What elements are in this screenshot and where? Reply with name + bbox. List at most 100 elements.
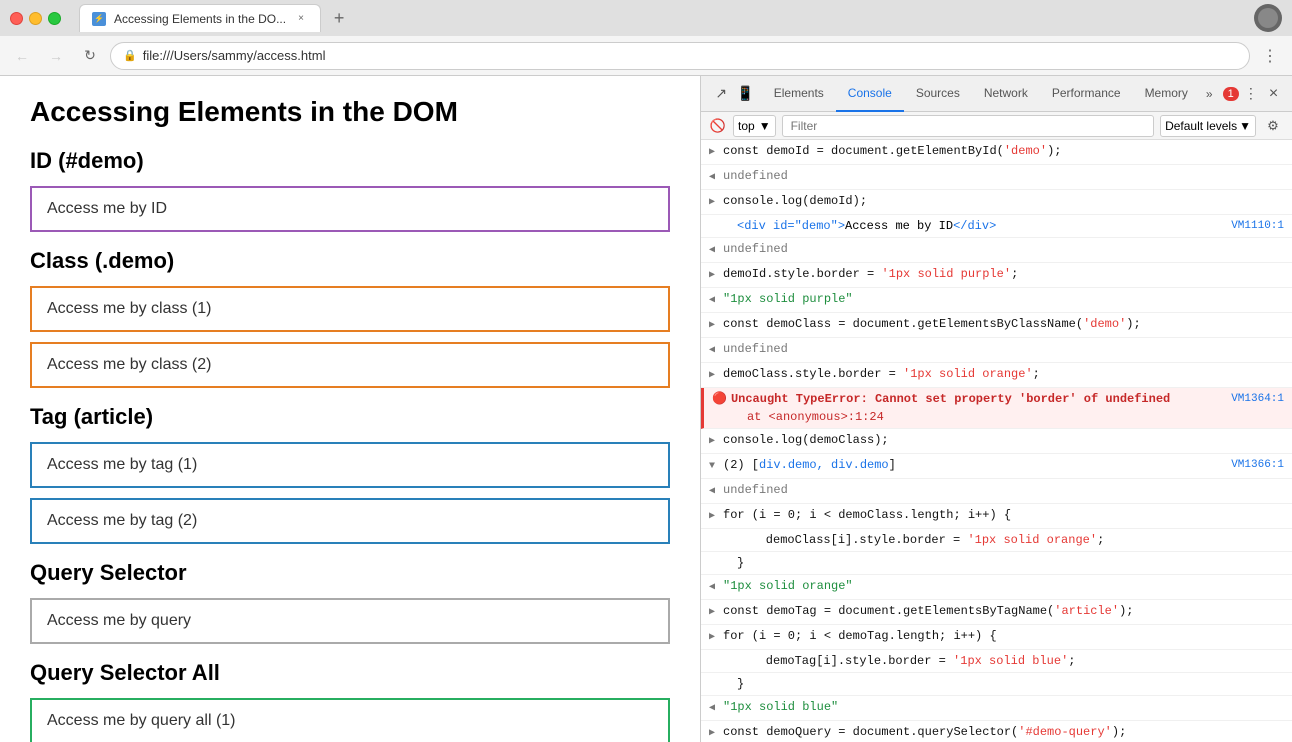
- context-selector[interactable]: top ▼: [733, 115, 776, 137]
- context-chevron-icon: ▼: [759, 119, 771, 133]
- expand-arrow-icon[interactable]: [709, 217, 737, 219]
- console-line-text: demoTag[i].style.border = '1px solid blu…: [737, 652, 1284, 670]
- browser-window: ⚡ Accessing Elements in the DO... × + ← …: [0, 0, 1292, 742]
- browser-menu-button[interactable]: ⋮: [1256, 42, 1284, 70]
- console-line-text: "1px solid orange": [723, 577, 1284, 595]
- device-toolbar-button[interactable]: 📱: [733, 80, 757, 108]
- expand-arrow-icon[interactable]: [709, 192, 723, 212]
- console-source-link[interactable]: VM1366:1: [1215, 456, 1284, 474]
- maximize-window-button[interactable]: [48, 12, 61, 25]
- expand-arrow-icon[interactable]: [709, 456, 723, 476]
- inspect-element-button[interactable]: ↗: [709, 80, 733, 108]
- console-line-text: const demoClass = document.getElementsBy…: [723, 315, 1284, 333]
- console-line-text: undefined: [723, 340, 1284, 358]
- console-line: const demoId = document.getElementById('…: [701, 140, 1292, 165]
- console-line-text: const demoTag = document.getElementsByTa…: [723, 602, 1284, 620]
- expand-arrow-icon[interactable]: [709, 290, 723, 310]
- console-line-text: for (i = 0; i < demoTag.length; i++) {: [723, 627, 1284, 645]
- expand-arrow-icon[interactable]: [709, 723, 723, 742]
- tab-performance[interactable]: Performance: [1040, 76, 1133, 112]
- console-line-text: const demoQuery = document.querySelector…: [723, 723, 1284, 741]
- browser-tab[interactable]: ⚡ Accessing Elements in the DO... ×: [79, 4, 321, 32]
- console-output: const demoId = document.getElementById('…: [701, 140, 1292, 742]
- expand-arrow-icon[interactable]: [709, 627, 723, 647]
- console-line-text: const demoId = document.getElementById('…: [723, 142, 1284, 160]
- expand-arrow-icon[interactable]: [709, 602, 723, 622]
- expand-arrow-icon[interactable]: [709, 577, 723, 597]
- console-settings-button[interactable]: ⚙: [1262, 115, 1284, 137]
- expand-arrow-icon[interactable]: [709, 365, 723, 385]
- expand-arrow-icon: [709, 652, 737, 654]
- new-tab-button[interactable]: +: [325, 4, 353, 32]
- demo-box-id: Access me by ID: [30, 186, 670, 232]
- devtools-tabs: Elements Console Sources Network Perform…: [762, 76, 1219, 112]
- expand-arrow-icon[interactable]: [709, 265, 723, 285]
- clear-console-button[interactable]: 🚫: [709, 117, 727, 135]
- console-error-line: 🔴 Uncaught TypeError: Cannot set propert…: [701, 388, 1292, 429]
- expand-arrow-icon[interactable]: [709, 481, 723, 501]
- level-label: Default levels: [1165, 119, 1237, 133]
- console-bar: 🚫 top ▼ Default levels ▼ ⚙: [701, 112, 1292, 140]
- console-line-text: }: [737, 554, 1284, 572]
- section-heading-class: Class (.demo): [30, 248, 670, 274]
- console-line: demoId.style.border = '1px solid purple'…: [701, 263, 1292, 288]
- expand-arrow-icon[interactable]: [709, 506, 723, 526]
- demo-box-class-2: Access me by class (2): [30, 342, 670, 388]
- console-line: "1px solid blue": [701, 696, 1292, 721]
- user-avatar[interactable]: [1254, 4, 1282, 32]
- address-bar[interactable]: 🔒 file:///Users/sammy/access.html: [110, 42, 1250, 70]
- devtools-options-button[interactable]: ⋮: [1239, 80, 1263, 108]
- console-line: undefined: [701, 479, 1292, 504]
- console-filter-input[interactable]: [782, 115, 1154, 137]
- console-line: console.log(demoClass);: [701, 429, 1292, 454]
- tab-close-button[interactable]: ×: [294, 12, 308, 26]
- log-level-selector[interactable]: Default levels ▼: [1160, 115, 1256, 137]
- minimize-window-button[interactable]: [29, 12, 42, 25]
- console-line: for (i = 0; i < demoClass.length; i++) {: [701, 504, 1292, 529]
- console-line-text: demoId.style.border = '1px solid purple'…: [723, 265, 1284, 283]
- forward-button[interactable]: →: [42, 42, 70, 70]
- demo-box-query-all-1: Access me by query all (1): [30, 698, 670, 742]
- expand-arrow-icon[interactable]: [709, 167, 723, 187]
- reload-button[interactable]: ↻: [76, 42, 104, 70]
- nav-bar: ← → ↻ 🔒 file:///Users/sammy/access.html …: [0, 36, 1292, 76]
- expand-arrow-icon[interactable]: [709, 142, 723, 162]
- expand-arrow-icon: [709, 554, 737, 556]
- section-heading-query-all: Query Selector All: [30, 660, 670, 686]
- title-bar: ⚡ Accessing Elements in the DO... × +: [0, 0, 1292, 36]
- console-line: (2) [div.demo, div.demo] VM1366:1: [701, 454, 1292, 479]
- console-line-text: demoClass[i].style.border = '1px solid o…: [737, 531, 1284, 549]
- context-label: top: [738, 119, 755, 133]
- more-tabs-button[interactable]: »: [1200, 87, 1219, 101]
- demo-box-tag-2: Access me by tag (2): [30, 498, 670, 544]
- console-source-link[interactable]: VM1110:1: [1215, 217, 1284, 235]
- console-line: const demoClass = document.getElementsBy…: [701, 313, 1292, 338]
- console-line-text: demoClass.style.border = '1px solid oran…: [723, 365, 1284, 383]
- expand-arrow-icon[interactable]: [709, 315, 723, 335]
- devtools-panel: ↗ 📱 Elements Console Sources Network Per…: [700, 76, 1292, 742]
- expand-arrow-icon[interactable]: [709, 240, 723, 260]
- tab-elements[interactable]: Elements: [762, 76, 836, 112]
- error-icon: 🔴: [712, 390, 727, 408]
- devtools-close-button[interactable]: ×: [1263, 82, 1284, 106]
- console-line: "1px solid purple": [701, 288, 1292, 313]
- expand-arrow-icon[interactable]: [709, 698, 723, 718]
- tab-console[interactable]: Console: [836, 76, 904, 112]
- expand-arrow-icon[interactable]: [709, 431, 723, 451]
- traffic-lights: [10, 12, 61, 25]
- expand-arrow-icon[interactable]: [709, 340, 723, 360]
- console-line-text: (2) [div.demo, div.demo]: [723, 456, 1215, 474]
- console-error-text: Uncaught TypeError: Cannot set property …: [731, 390, 1215, 426]
- console-line: demoClass.style.border = '1px solid oran…: [701, 363, 1292, 388]
- lock-icon: 🔒: [123, 49, 137, 62]
- close-window-button[interactable]: [10, 12, 23, 25]
- address-text: file:///Users/sammy/access.html: [143, 48, 326, 63]
- title-bar-right: [1254, 4, 1282, 32]
- console-line: for (i = 0; i < demoTag.length; i++) {: [701, 625, 1292, 650]
- tab-network[interactable]: Network: [972, 76, 1040, 112]
- section-heading-id: ID (#demo): [30, 148, 670, 174]
- console-source-link[interactable]: VM1364:1: [1215, 390, 1284, 408]
- back-button[interactable]: ←: [8, 42, 36, 70]
- tab-memory[interactable]: Memory: [1133, 76, 1200, 112]
- tab-sources[interactable]: Sources: [904, 76, 972, 112]
